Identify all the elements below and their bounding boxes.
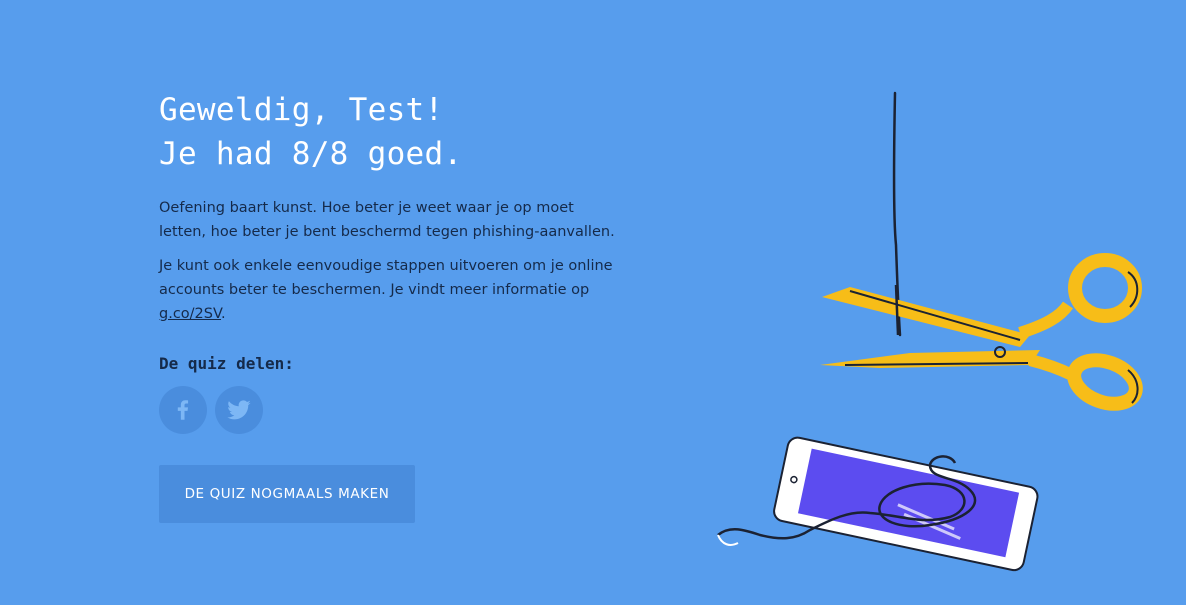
facebook-share-button[interactable] [159, 386, 207, 434]
result-headline: Geweldig, Test! Je had 8/8 goed. [159, 88, 619, 176]
share-heading: De quiz delen: [159, 354, 294, 373]
twitter-icon [227, 400, 251, 420]
twitter-share-button[interactable] [215, 386, 263, 434]
retry-quiz-button[interactable]: DE QUIZ NOGMAALS MAKEN [159, 465, 415, 523]
practice-paragraph: Oefening baart kunst. Hoe beter je weet … [159, 200, 615, 240]
security-paragraph: Je kunt ook enkele eenvoudige stappen ui… [159, 254, 619, 326]
2sv-link[interactable]: g.co/2SV [159, 306, 221, 322]
security-paragraph-end: . [221, 306, 226, 322]
scissors-cutting-phone-line-illustration [717, 91, 1143, 572]
security-paragraph-text: Je kunt ook enkele eenvoudige stappen ui… [159, 258, 613, 298]
headline-greeting: Geweldig, Test! [159, 92, 444, 128]
facebook-icon [177, 400, 189, 420]
headline-score: Je had 8/8 goed. [159, 136, 463, 172]
result-panel: Geweldig, Test! Je had 8/8 goed. Oefenin… [159, 88, 619, 434]
share-buttons [159, 386, 619, 434]
